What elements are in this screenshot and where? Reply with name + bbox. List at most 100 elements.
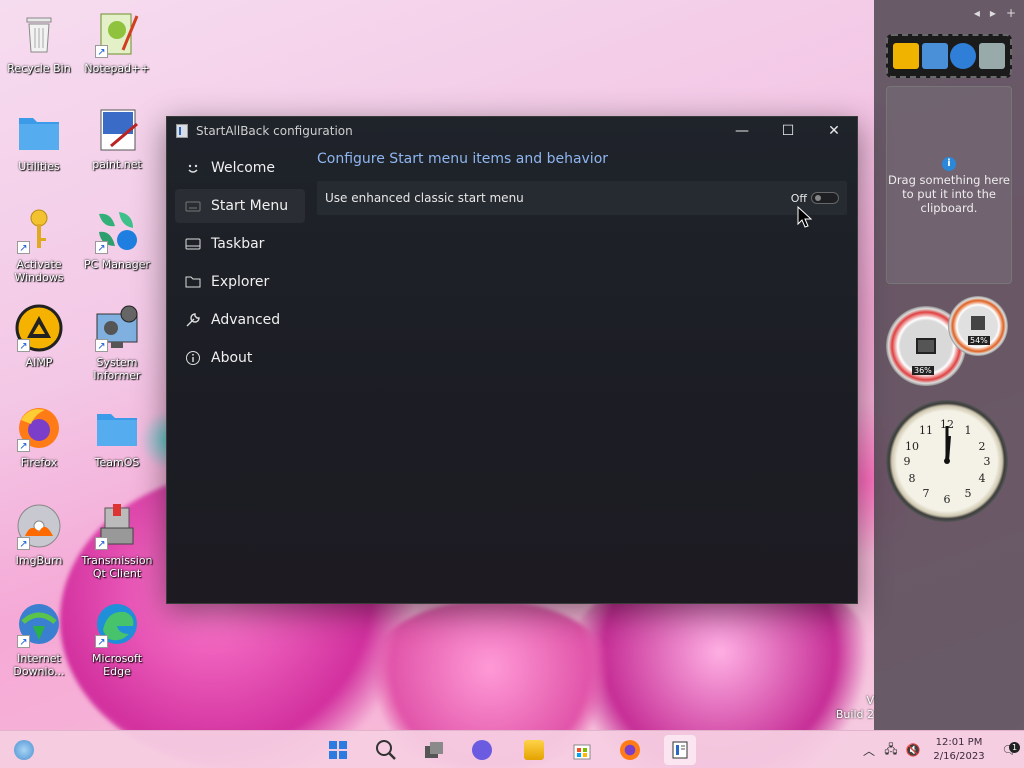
system-tray: ︿ 🖧 🔇 12:01 PM 2/16/2023 🗨 1	[858, 731, 1024, 768]
desktop-icon-microsoft-edge[interactable]: ↗ Microsoft Edge	[79, 600, 155, 678]
notification-count: 1	[1009, 742, 1020, 753]
startallback-app-icon	[176, 124, 188, 138]
nav-item-label: Start Menu	[211, 198, 289, 214]
widgets-button[interactable]	[8, 735, 40, 765]
key-icon: ↗	[15, 206, 63, 254]
volume-muted-icon[interactable]: 🔇	[902, 743, 924, 757]
nav-item-label: Taskbar	[211, 236, 265, 252]
nav-item-label: About	[211, 350, 253, 366]
taskbar-clock[interactable]: 12:01 PM 2/16/2023	[924, 736, 994, 764]
nav-item-advanced[interactable]: Advanced	[175, 303, 305, 337]
nav-item-label: Advanced	[211, 312, 281, 328]
start-button[interactable]	[322, 735, 354, 765]
sidebar-next-button[interactable]: ▸	[990, 6, 996, 20]
nav-item-start-menu[interactable]: Start Menu	[175, 189, 305, 223]
microsoft-store-button[interactable]	[566, 735, 598, 765]
desktop-icon-system-informer[interactable]: ↗ System Informer	[79, 304, 155, 382]
clipboard-gadget[interactable]: i Drag something here to put it into the…	[886, 86, 1012, 284]
network-icon[interactable]: 🖧	[880, 740, 902, 761]
settings-content: Configure Start menu items and behavior …	[317, 151, 847, 215]
imgburn-icon: ↗	[15, 502, 63, 550]
nav-item-taskbar[interactable]: Taskbar	[175, 227, 305, 261]
desktop-icon-label: paint.net	[92, 158, 142, 171]
firefox-taskbar-button[interactable]	[614, 735, 646, 765]
computer-icon[interactable]	[921, 43, 948, 69]
nav-item-label: Explorer	[211, 274, 270, 290]
desktop-icon-utilities[interactable]: Utilities	[1, 108, 77, 173]
toggle-state-label: Off	[790, 191, 807, 205]
title-bar[interactable]: StartAllBack configuration — ☐ ✕	[167, 117, 857, 145]
clock-number: 5	[965, 487, 972, 500]
keyboard-icon	[185, 198, 201, 214]
nav-item-welcome[interactable]: Welcome	[175, 151, 305, 185]
desktop-icon-recycle-bin[interactable]: Recycle Bin	[1, 10, 77, 75]
desktop-icon-aimp[interactable]: ↗ AIMP	[1, 304, 77, 369]
folder-icon	[15, 108, 63, 156]
ram-meter-gadget: 54%	[948, 296, 1008, 356]
clock-number: 8	[909, 472, 916, 485]
desktop-icon-label: Microsoft Edge	[91, 652, 143, 678]
desktop-icon-notepadpp[interactable]: ↗ Notepad++	[79, 10, 155, 75]
desktop-icon-label: Transmission Qt Client	[81, 554, 153, 580]
section-title: Configure Start menu items and behavior	[317, 151, 609, 167]
recycle-bin-icon[interactable]	[978, 43, 1005, 69]
desktop-icon-label: Internet Downlo...	[13, 652, 65, 678]
shortcut-arrow-icon: ↗	[95, 537, 108, 550]
desktop-icon-label: PC Manager	[83, 258, 151, 271]
idm-icon: ↗	[15, 600, 63, 648]
notification-center-button[interactable]: 🗨 1	[994, 742, 1024, 757]
sidebar-add-button[interactable]: +	[1006, 6, 1016, 20]
sidebar-prev-button[interactable]: ◂	[974, 6, 980, 20]
firefox-icon	[620, 740, 640, 760]
folder-icon[interactable]	[893, 43, 920, 69]
desktop-icon-paintnet[interactable]: paint.net	[79, 106, 155, 171]
maximize-button[interactable]: ☐	[765, 117, 811, 145]
pc-manager-icon: ↗	[93, 206, 141, 254]
nav-item-explorer[interactable]: Explorer	[175, 265, 305, 299]
desktop-icon-activate-windows[interactable]: ↗ Activate Windows	[1, 206, 77, 284]
clock-number: 4	[979, 472, 986, 485]
taskbar: ︿ 🖧 🔇 12:01 PM 2/16/2023 🗨 1	[0, 730, 1024, 768]
nav-item-about[interactable]: About	[175, 341, 305, 375]
enhanced-start-menu-toggle[interactable]	[811, 192, 839, 204]
app-launcher-gadget	[886, 34, 1012, 78]
desktop-icon-imgburn[interactable]: ↗ ImgBurn	[1, 502, 77, 567]
shortcut-arrow-icon: ↗	[17, 537, 30, 550]
shortcut-arrow-icon: ↗	[17, 439, 30, 452]
task-view-icon	[425, 742, 443, 758]
shortcut-arrow-icon: ↗	[17, 635, 30, 648]
clock-number: 11	[919, 424, 933, 437]
setting-row-enhanced-classic-start-menu[interactable]: Use enhanced classic start menu Off	[317, 181, 847, 215]
folder-icon	[93, 404, 141, 452]
desktop-icon-label: AIMP	[25, 356, 53, 369]
desktop-icon-pc-manager[interactable]: ↗ PC Manager	[79, 206, 155, 271]
desktop-icon-transmission[interactable]: ↗ Transmission Qt Client	[79, 502, 155, 580]
desktop-icon-label: Notepad++	[84, 62, 150, 75]
close-button[interactable]: ✕	[811, 117, 857, 145]
desktop-icon-label: Utilities	[18, 160, 60, 173]
minimize-button[interactable]: —	[719, 117, 765, 145]
build-watermark: V Build 2	[836, 694, 874, 722]
startallback-taskbar-button[interactable]	[664, 735, 696, 765]
shortcut-arrow-icon: ↗	[95, 45, 108, 58]
windows-logo-icon	[329, 741, 347, 759]
store-icon	[573, 744, 591, 760]
clock-number: 10	[905, 440, 919, 453]
task-view-button[interactable]	[418, 735, 450, 765]
desktop-icon-teamos[interactable]: TeamOS	[79, 404, 155, 469]
info-icon	[185, 350, 201, 366]
teams-chat-button[interactable]	[466, 735, 498, 765]
clipboard-hint: Drag something here to put it into the c…	[887, 173, 1011, 215]
desktop-icon-internet-download-manager[interactable]: ↗ Internet Downlo...	[1, 600, 77, 678]
ram-percent: 54%	[968, 336, 990, 345]
search-icon	[376, 740, 396, 760]
internet-explorer-icon[interactable]	[950, 43, 977, 69]
file-explorer-button[interactable]	[518, 735, 550, 765]
startallback-config-window: StartAllBack configuration — ☐ ✕ Welcome…	[166, 116, 858, 604]
folder-icon	[185, 274, 201, 290]
desktop-icon-label: Firefox	[20, 456, 58, 469]
desktop-icon-firefox[interactable]: ↗ Firefox	[1, 404, 77, 469]
search-button[interactable]	[370, 735, 402, 765]
shortcut-arrow-icon: ↗	[17, 241, 30, 254]
chevron-up-icon[interactable]: ︿	[858, 742, 880, 759]
